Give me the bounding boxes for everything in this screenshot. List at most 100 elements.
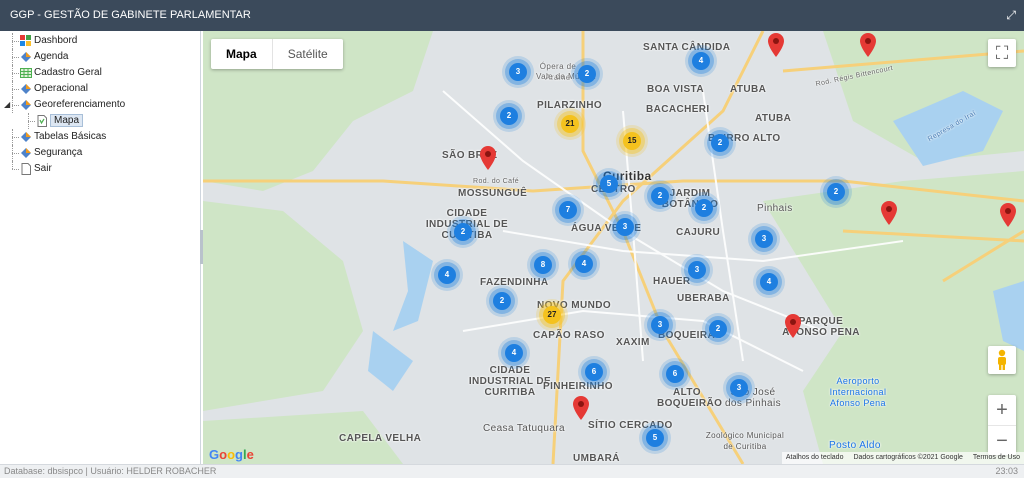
map-label: BACACHERI	[646, 104, 710, 115]
fullscreen-button[interactable]: ⛶	[988, 39, 1016, 67]
pegman-icon	[998, 349, 1006, 370]
street-view-pegman-button[interactable]	[988, 346, 1016, 374]
tree-item-mapa[interactable]: Mapa	[0, 113, 200, 129]
navigation-tree: Dashbord Agenda Cadastro Geral Operacion…	[0, 31, 201, 464]
app-titlebar: GGP - GESTÃO DE GABINETE PARLAMENTAR ⤢	[0, 0, 1024, 31]
cluster-marker[interactable]: 4	[692, 52, 710, 70]
cluster-marker[interactable]: 2	[500, 107, 518, 125]
location-pin-icon[interactable]	[768, 33, 784, 57]
expand-icon[interactable]: ⤢	[1006, 0, 1016, 31]
cluster-marker[interactable]: 2	[454, 223, 472, 241]
location-pin-icon[interactable]	[480, 146, 496, 170]
cluster-marker[interactable]: 4	[438, 266, 456, 284]
map-label: SÍTIO CERCADO	[588, 420, 673, 431]
map-label: FAZENDINHA	[480, 277, 549, 288]
cluster-marker[interactable]: 2	[709, 320, 727, 338]
tree-item-sair[interactable]: Sair	[0, 161, 200, 177]
page-icon	[37, 115, 47, 127]
dashboard-icon	[20, 35, 31, 46]
tree-item-label: Agenda	[34, 51, 69, 62]
tree-item-label: Georeferenciamento	[34, 99, 126, 110]
map-label: SANTA CÂNDIDA	[643, 42, 731, 53]
cluster-marker[interactable]: 5	[646, 429, 664, 447]
tree-item-tabelas-basicas[interactable]: Tabelas Básicas	[0, 129, 200, 145]
cluster-marker[interactable]: 3	[509, 63, 527, 81]
map-type-control: Mapa Satélite	[211, 39, 343, 69]
zoom-in-button[interactable]: +	[988, 395, 1016, 425]
tree-item-dashboard[interactable]: Dashbord	[0, 33, 200, 49]
map-type-satellite-button[interactable]: Satélite	[273, 39, 343, 69]
map-label: PINHEIRINHO	[543, 381, 613, 392]
cluster-marker[interactable]: 4	[505, 344, 523, 362]
tree-item-label: Mapa	[50, 114, 84, 127]
cluster-marker[interactable]: 3	[651, 316, 669, 334]
cluster-marker[interactable]: 3	[730, 379, 748, 397]
cluster-marker[interactable]: 15	[623, 132, 641, 150]
tree-item-operacional[interactable]: Operacional	[0, 81, 200, 97]
google-logo: Google	[209, 447, 254, 462]
tree-item-seguranca[interactable]: Segurança	[0, 145, 200, 161]
map-canvas[interactable]: Mapa Satélite ⛶ + − SANTA CÂNDIDA BOA VI…	[203, 31, 1024, 464]
cluster-marker[interactable]: 3	[688, 261, 706, 279]
table-icon	[20, 68, 32, 78]
terms-of-use-link[interactable]: Termos de Uso	[973, 452, 1020, 464]
map-data-credit: Dados cartográficos ©2021 Google	[853, 454, 963, 461]
status-time: 23:03	[995, 466, 1018, 476]
location-pin-icon[interactable]	[573, 396, 589, 420]
map-label: HAUER	[653, 276, 691, 287]
cluster-marker[interactable]: 5	[600, 175, 618, 193]
map-label: ATUBA	[730, 84, 767, 95]
cluster-marker[interactable]: 7	[559, 201, 577, 219]
tree-item-georeferenciamento[interactable]: ◢ Georeferenciamento	[0, 97, 200, 113]
map-label-poi: Posto Aldo	[829, 440, 881, 451]
zoom-out-button[interactable]: −	[988, 425, 1016, 455]
map-label: UMBARÁ	[573, 453, 620, 464]
cluster-marker[interactable]: 3	[755, 230, 773, 248]
cluster-marker[interactable]: 4	[575, 255, 593, 273]
map-label: CIDADE INDUSTRIAL DE CURITIBA	[468, 365, 552, 398]
keyboard-shortcuts-link[interactable]: Atalhos do teclado	[786, 452, 844, 464]
map-label: UBERABA	[677, 293, 730, 304]
tree-item-label: Tabelas Básicas	[34, 131, 107, 142]
zoom-control: + −	[988, 395, 1016, 455]
cluster-marker[interactable]: 2	[827, 183, 845, 201]
map-label: BOA VISTA	[647, 84, 704, 95]
cluster-marker[interactable]: 8	[534, 256, 552, 274]
location-pin-icon[interactable]	[881, 201, 897, 225]
cluster-marker[interactable]: 21	[561, 115, 579, 133]
tree-item-cadastro-geral[interactable]: Cadastro Geral	[0, 65, 200, 81]
map-label: CAPÃO RASO	[533, 330, 605, 341]
tree-item-label: Sair	[34, 163, 52, 174]
cluster-marker[interactable]: 2	[493, 292, 511, 310]
map-label-poi: Ceasa Tatuquara	[483, 423, 565, 434]
module-icon	[21, 132, 31, 142]
cluster-marker[interactable]: 4	[760, 273, 778, 291]
cluster-marker[interactable]: 2	[695, 199, 713, 217]
cluster-marker[interactable]: 6	[666, 365, 684, 383]
cluster-marker[interactable]: 6	[585, 363, 603, 381]
cluster-marker[interactable]: 3	[616, 218, 634, 236]
map-label-poi: Aeroporto Internacional Afonso Pena	[829, 376, 887, 408]
tree-item-agenda[interactable]: Agenda	[0, 49, 200, 65]
map-label: Pinhais	[757, 203, 793, 214]
cluster-marker[interactable]: 2	[711, 134, 729, 152]
map-label-road: Rod. do Café	[473, 178, 520, 185]
tree-item-label: Cadastro Geral	[34, 67, 102, 78]
collapse-toggle-icon[interactable]: ◢	[4, 101, 11, 109]
tree-item-label: Dashbord	[34, 35, 78, 46]
location-pin-icon[interactable]	[860, 33, 876, 57]
status-bar: Database: dbsispco | Usuário: HELDER ROB…	[0, 464, 1024, 478]
location-pin-icon[interactable]	[785, 314, 801, 338]
page-icon	[21, 163, 31, 175]
location-pin-icon[interactable]	[1000, 203, 1016, 227]
cluster-marker[interactable]: 2	[578, 65, 596, 83]
cluster-marker[interactable]: 27	[543, 306, 561, 324]
map-label: PILARZINHO	[537, 100, 603, 111]
module-icon	[21, 52, 31, 62]
cluster-marker[interactable]: 2	[651, 187, 669, 205]
tree-item-label: Segurança	[34, 147, 83, 158]
tree-item-label: Operacional	[34, 83, 88, 94]
app-title: GGP - GESTÃO DE GABINETE PARLAMENTAR	[10, 9, 251, 21]
map-type-map-button[interactable]: Mapa	[211, 39, 273, 69]
map-background	[203, 31, 1024, 464]
